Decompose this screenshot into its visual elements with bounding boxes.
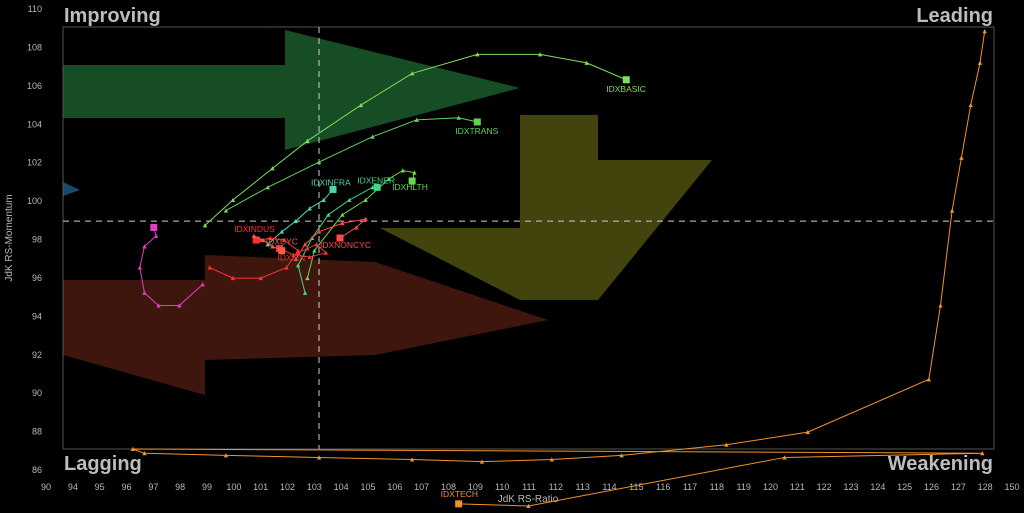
x-tick-label: 116	[656, 482, 670, 492]
trail-point	[137, 265, 143, 270]
trail-point	[305, 246, 310, 251]
rrg-chart: 90 94 95 96 97 98 99 100 101 102 103 104 105 106 107 10…	[4, 4, 1020, 508]
x-tick-label: 101	[253, 482, 268, 492]
improving-arrow	[63, 30, 520, 150]
x-tick-label: 113	[575, 482, 589, 492]
series-label: IDXFIN	[277, 253, 305, 263]
x-tick-label: 105	[360, 482, 375, 492]
series-label: IDXINDUS	[234, 224, 275, 234]
x-tick-label: 107	[414, 482, 429, 492]
x-tick-label: 94	[68, 482, 78, 492]
x-tick-label: 90	[41, 482, 51, 492]
y-tick-label: 88	[32, 427, 42, 437]
current-position-marker[interactable]	[150, 223, 158, 231]
x-tick-label: 121	[790, 482, 805, 492]
x-tick-label: 126	[924, 482, 939, 492]
x-tick-label: 97	[148, 482, 158, 492]
trail-point	[153, 233, 159, 238]
x-tick-label: 115	[629, 482, 643, 492]
y-tick-label: 94	[32, 311, 42, 321]
y-tick-label: 102	[27, 158, 42, 168]
x-tick-label: 111	[522, 482, 536, 492]
x-tick-label: 102	[280, 482, 295, 492]
x-tick-label: 124	[870, 482, 885, 492]
trail-point	[938, 303, 943, 308]
quadrant-weakening-label: Weakening	[888, 453, 993, 475]
series-label: IDXINFRA	[311, 177, 351, 187]
series-label: IDXTRANS	[455, 126, 498, 136]
x-tick-label: 99	[202, 482, 212, 492]
x-tick-label: 122	[817, 482, 832, 492]
y-tick-label: 100	[27, 196, 42, 206]
quadrant-lagging-label: Lagging	[64, 453, 142, 475]
x-tick-label: 118	[710, 482, 724, 492]
y-tick-label: 92	[32, 350, 42, 360]
trail-point	[982, 29, 987, 34]
series-label: IDXNONCYC	[320, 240, 371, 250]
x-tick-label: 120	[763, 482, 778, 492]
y-tick-label: 108	[27, 42, 42, 52]
current-position-marker[interactable]	[473, 118, 481, 126]
trail-point	[959, 155, 964, 160]
series-label: IDXTECH	[441, 489, 478, 499]
x-tick-label: 106	[387, 482, 402, 492]
x-tick-label: 103	[307, 482, 322, 492]
x-axis-title: JdK RS-Ratio	[498, 494, 559, 505]
x-tick-label: 117	[683, 482, 697, 492]
x-tick-label: 119	[736, 482, 750, 492]
quadrant-improving-label: Improving	[64, 5, 161, 27]
current-position-marker[interactable]	[455, 500, 463, 508]
cyan-edge-marker	[63, 182, 80, 196]
trail-point	[968, 102, 973, 108]
trail-point	[265, 185, 271, 190]
x-tick-label: 125	[897, 482, 912, 492]
x-tick-label: 128	[978, 482, 993, 492]
y-tick-label: 110	[28, 4, 42, 14]
y-tick-label: 104	[27, 119, 42, 129]
y-axis-title: JdK RS-Momentum	[4, 194, 15, 281]
trail-point	[251, 233, 257, 238]
series-label: IDXHLTH	[392, 182, 428, 192]
x-tick-label: 104	[334, 482, 349, 492]
trail-point	[316, 159, 322, 165]
x-tick-label: 100	[226, 482, 241, 492]
y-tick-label: 98	[32, 235, 42, 245]
trail-point	[340, 212, 345, 217]
x-tick-label: 96	[121, 482, 131, 492]
trail-point	[307, 206, 312, 211]
x-tick-label: 112	[549, 482, 563, 492]
series-label: IDXBASIC	[606, 84, 646, 94]
trail-point	[347, 197, 352, 203]
trail-point	[926, 377, 932, 382]
series-label: IDXCYC	[266, 237, 298, 247]
trail-point	[314, 242, 319, 247]
quadrant-leading-label: Leading	[916, 5, 993, 27]
trail-point	[949, 208, 955, 213]
y-tick-label: 106	[27, 81, 42, 91]
x-tick-label: 98	[175, 482, 185, 492]
y-axis: 86 88 90 92 94 96 98 100 102 104 106 108 110	[27, 4, 42, 475]
leading-arrow	[380, 115, 712, 300]
x-tick-label: 127	[951, 482, 966, 492]
x-tick-label: 123	[843, 482, 858, 492]
y-tick-label: 86	[32, 465, 42, 475]
x-axis: 90 94 95 96 97 98 99 100 101 102 103 104 105 106 107 10…	[41, 482, 1020, 492]
series-label: IDXENER	[357, 175, 395, 185]
y-tick-label: 90	[32, 388, 42, 398]
x-tick-label: 95	[95, 482, 105, 492]
trail-point	[223, 208, 229, 213]
y-tick-label: 96	[32, 273, 42, 283]
x-tick-label: 110	[495, 482, 509, 492]
x-tick-label: 150	[1004, 482, 1019, 492]
trail-point	[977, 60, 983, 65]
current-position-marker[interactable]	[622, 76, 630, 84]
